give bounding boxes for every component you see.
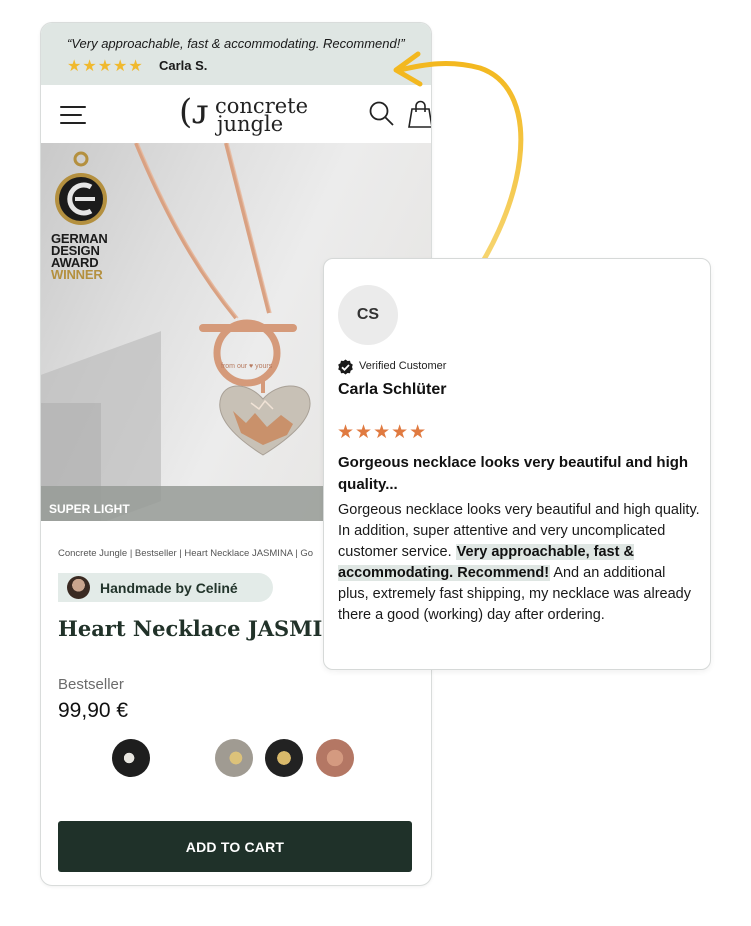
- variant-swatch-black-gold[interactable]: [265, 739, 303, 777]
- review-star-rating: ★★★★★: [337, 422, 428, 443]
- verified-check-icon: [338, 359, 353, 375]
- site-header: (ᴊ concrete jungle: [41, 85, 431, 143]
- banner-author: Carla S.: [159, 58, 208, 73]
- svg-text:from our ♥ yours: from our ♥ yours: [221, 363, 273, 370]
- banner-star-rating: ★★★★★: [67, 58, 144, 75]
- variant-swatch-grey-gold[interactable]: [215, 739, 253, 777]
- review-banner: “Very approachable, fast & accommodating…: [41, 23, 431, 85]
- super-light-label: SUPER LIGHT: [49, 502, 130, 516]
- award-medal-icon: [55, 151, 107, 225]
- product-subtitle: Bestseller: [58, 676, 124, 693]
- variant-swatch-rose[interactable]: [316, 739, 354, 777]
- product-price: 99,90 €: [58, 699, 129, 722]
- variant-swatch-black[interactable]: [112, 739, 150, 777]
- handmade-by-tag: Handmade by Celiné: [58, 573, 273, 602]
- review-body: Gorgeous necklace looks very beautiful a…: [338, 502, 700, 623]
- review-title: Gorgeous necklace looks very beautiful a…: [338, 454, 689, 493]
- banner-quote: “Very approachable, fast & accommodating…: [67, 36, 405, 51]
- maker-avatar: [67, 576, 90, 599]
- concrete-jungle-logo[interactable]: (ᴊ concrete jungle: [179, 93, 319, 137]
- german-design-award-badge: GERMAN DESIGN AWARD WINNER: [49, 149, 119, 281]
- reviewer-name: Carla Schlüter: [338, 381, 447, 398]
- breadcrumb[interactable]: Concrete Jungle | Bestseller | Heart Nec…: [58, 548, 313, 559]
- review-card: CS Verified Customer Carla Schlüter ★★★★…: [323, 258, 711, 670]
- reviewer-avatar: CS: [338, 285, 398, 345]
- add-to-cart-button[interactable]: ADD TO CART: [58, 821, 412, 872]
- hamburger-menu-icon[interactable]: [60, 106, 88, 126]
